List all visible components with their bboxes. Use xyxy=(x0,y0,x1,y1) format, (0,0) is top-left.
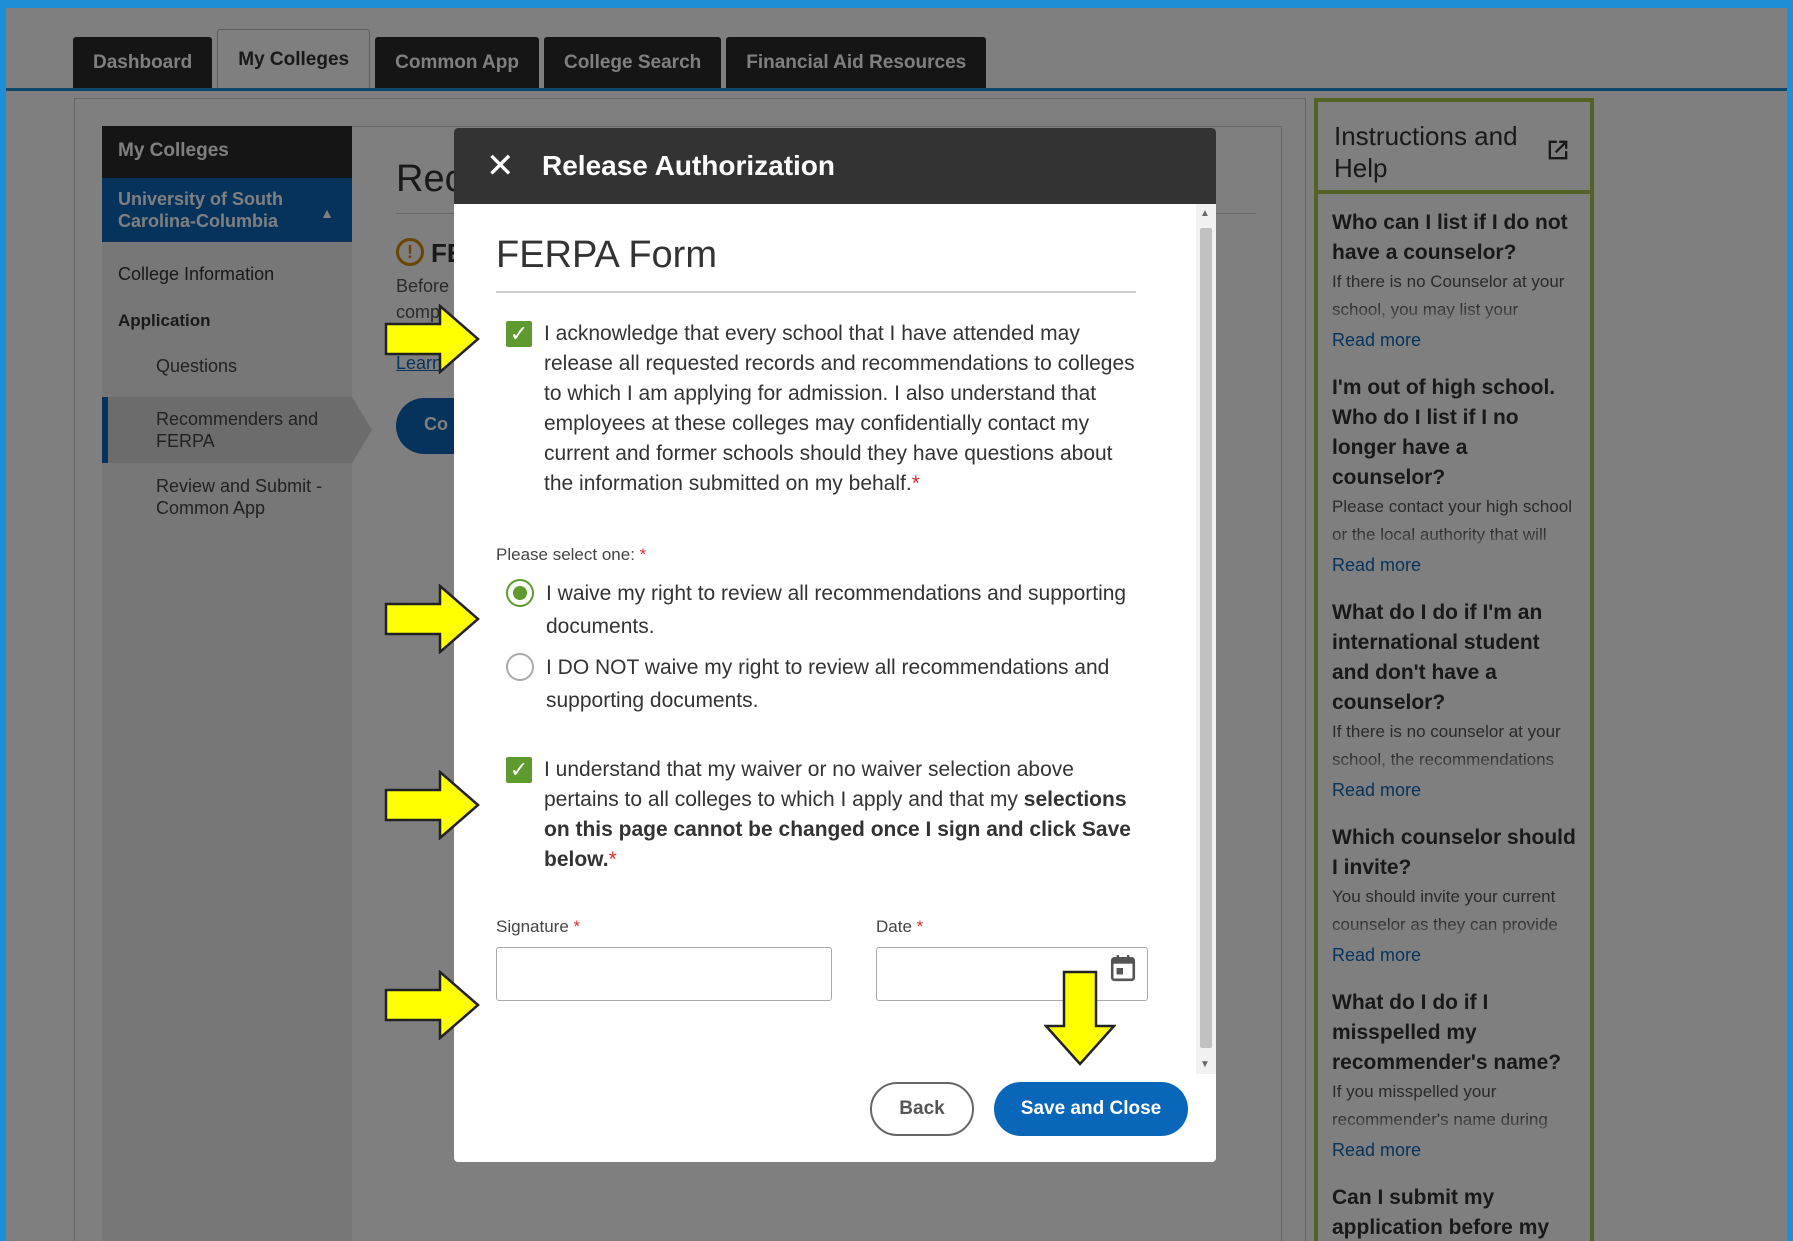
date-label-text: Date xyxy=(876,917,912,936)
date-label: Date * xyxy=(876,917,1148,937)
dialog-scrollbar[interactable]: ▲ ▼ xyxy=(1196,204,1216,1074)
annotation-arrow-right-icon xyxy=(384,770,480,840)
close-icon[interactable]: ✕ xyxy=(486,146,522,186)
dialog-title: Release Authorization xyxy=(542,150,836,181)
signature-fields: Signature * Date * xyxy=(496,917,1148,1001)
not-waive-option[interactable]: I DO NOT waive my right to review all re… xyxy=(496,651,1136,717)
scroll-up-icon[interactable]: ▲ xyxy=(1200,208,1210,219)
signature-input[interactable] xyxy=(496,947,832,1001)
understand-row: ✓ I understand that my waiver or no waiv… xyxy=(496,755,1136,875)
back-button[interactable]: Back xyxy=(870,1082,974,1136)
acknowledge-label: I acknowledge that every school that I h… xyxy=(544,319,1136,499)
app-frame: Dashboard My Colleges Common App College… xyxy=(6,8,1787,1241)
dialog-header: ✕ Release Authorization xyxy=(454,128,1216,204)
waive-label: I waive my right to review all recommend… xyxy=(546,582,1127,638)
required-mark: * xyxy=(911,472,920,495)
understand-label: I understand that my waiver or no waiver… xyxy=(544,755,1136,875)
required-mark: * xyxy=(573,917,581,936)
waive-option[interactable]: I waive my right to review all recommend… xyxy=(496,577,1136,643)
required-mark: * xyxy=(916,917,924,936)
dialog-body: FERPA Form ✓ I acknowledge that every sc… xyxy=(454,204,1196,1074)
scroll-down-icon[interactable]: ▼ xyxy=(1200,1059,1210,1070)
save-and-close-button[interactable]: Save and Close xyxy=(994,1082,1188,1136)
waive-radio[interactable] xyxy=(506,579,534,607)
required-mark: * xyxy=(639,545,647,564)
acknowledge-text: I acknowledge that every school that I h… xyxy=(544,322,1135,495)
form-title: FERPA Form xyxy=(496,234,1136,293)
not-waive-radio[interactable] xyxy=(506,653,534,681)
acknowledge-checkbox[interactable]: ✓ xyxy=(506,321,532,347)
annotation-arrow-right-icon xyxy=(384,584,480,654)
select-one-text: Please select one: xyxy=(496,545,635,564)
understand-checkbox[interactable]: ✓ xyxy=(506,757,532,783)
not-waive-label: I DO NOT waive my right to review all re… xyxy=(546,656,1110,712)
understand-text: I understand that my waiver or no waiver… xyxy=(544,758,1074,811)
required-mark: * xyxy=(608,848,617,871)
signature-label: Signature * xyxy=(496,917,832,937)
annotation-arrow-down-icon xyxy=(1044,970,1116,1066)
scrollbar-thumb[interactable] xyxy=(1200,228,1212,1048)
signature-group: Signature * xyxy=(496,917,832,1001)
annotation-arrow-right-icon xyxy=(384,970,480,1040)
signature-label-text: Signature xyxy=(496,917,569,936)
dialog-footer: Back Save and Close xyxy=(454,1074,1216,1162)
acknowledge-row: ✓ I acknowledge that every school that I… xyxy=(496,319,1136,499)
annotation-arrow-right-icon xyxy=(384,304,480,374)
select-one-label: Please select one: * xyxy=(496,545,1136,565)
